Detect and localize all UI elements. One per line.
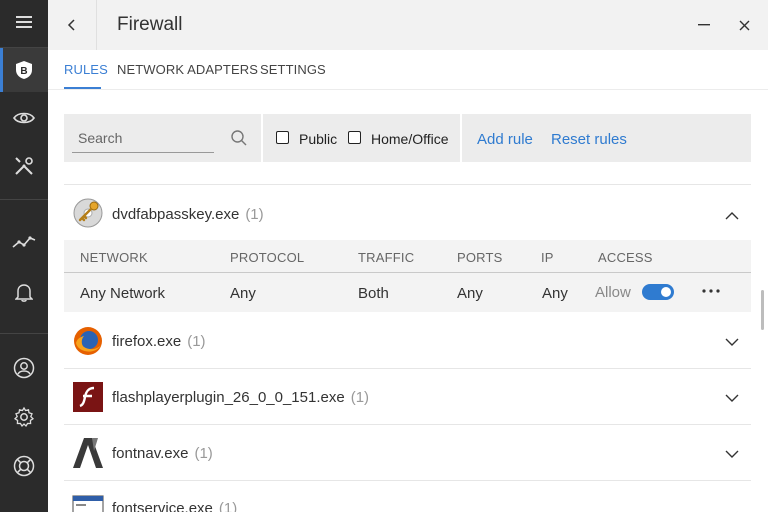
rail-item-protection[interactable]: B — [0, 48, 48, 92]
rule-count: (1) — [194, 445, 213, 462]
rule-count: (1) — [187, 333, 206, 350]
cell-ip: Any — [542, 285, 568, 302]
cell-ports: Any — [457, 285, 483, 302]
close-icon — [739, 20, 749, 30]
home-office-checkbox-label[interactable]: Home/Office — [371, 131, 449, 147]
chevron-up-icon[interactable] — [725, 209, 739, 223]
navigation-rail: B — [0, 0, 48, 512]
app-name-text: fontservice.exe — [112, 500, 213, 512]
rules-toolbar: Public Home/Office Add rule Reset rules — [64, 114, 751, 162]
flash-icon — [73, 382, 103, 412]
app-name: fontnav.exe (1) — [112, 445, 213, 462]
app-row[interactable]: firefox.exe (1) — [64, 313, 751, 369]
app-row[interactable]: flashplayerplugin_26_0_0_151.exe (1) — [64, 369, 751, 425]
rail-divider — [0, 199, 48, 200]
access-toggle[interactable] — [642, 284, 674, 300]
app-name-text: dvdfabpasskey.exe — [112, 206, 240, 223]
tab-settings[interactable]: SETTINGS — [260, 62, 326, 77]
add-rule-button[interactable]: Add rule — [477, 131, 533, 148]
firefox-icon — [74, 327, 102, 355]
window-app-icon — [72, 495, 104, 512]
title-bar: Firewall — [48, 0, 768, 50]
rule-table: NETWORK PROTOCOL TRAFFIC PORTS IP ACCESS… — [64, 240, 751, 312]
toolbar-divider — [261, 114, 263, 162]
rail-item-activity[interactable] — [0, 220, 48, 264]
menu-icon — [16, 16, 32, 28]
search-input[interactable] — [72, 126, 218, 150]
close-button[interactable] — [725, 0, 763, 50]
rule-table-header: NETWORK PROTOCOL TRAFFIC PORTS IP ACCESS — [64, 240, 751, 273]
tab-rules[interactable]: RULES — [64, 62, 108, 77]
rail-item-privacy[interactable] — [0, 96, 48, 140]
chevron-left-icon — [67, 19, 75, 31]
rail-item-support[interactable] — [0, 444, 48, 488]
chevron-down-icon[interactable] — [725, 335, 739, 349]
tab-network-adapters[interactable]: NETWORK ADAPTERS — [117, 62, 258, 77]
app-row[interactable]: fontservice.exe (1) — [64, 481, 751, 512]
public-checkbox-label[interactable]: Public — [299, 131, 337, 147]
rule-count: (1) — [350, 389, 370, 406]
key-disc-icon — [73, 198, 103, 228]
rail-divider — [0, 333, 48, 334]
chevron-down-icon[interactable] — [725, 447, 739, 461]
tabs-divider — [48, 89, 768, 90]
reset-rules-button[interactable]: Reset rules — [551, 131, 627, 148]
rail-item-utilities[interactable] — [0, 144, 48, 188]
app-row[interactable]: fontnav.exe (1) — [64, 425, 751, 481]
brand-letter: B — [20, 66, 27, 77]
column-header-traffic: TRAFFIC — [358, 250, 415, 265]
app-name: dvdfabpasskey.exe (1) — [112, 206, 264, 223]
activity-icon — [12, 236, 36, 248]
app-name: firefox.exe (1) — [112, 333, 206, 350]
more-options-icon[interactable] — [701, 284, 721, 298]
toolbar-divider — [460, 114, 462, 162]
rail-item-settings[interactable] — [0, 395, 48, 439]
column-header-access: ACCESS — [598, 250, 653, 265]
rail-item-notifications[interactable] — [0, 270, 48, 314]
account-icon — [13, 357, 35, 379]
menu-button[interactable] — [0, 0, 48, 44]
cell-traffic: Both — [358, 285, 389, 302]
rail-item-account[interactable] — [0, 346, 48, 390]
app-name: fontservice.exe (1) — [112, 500, 237, 512]
bell-icon — [15, 284, 33, 302]
scrollbar-thumb[interactable] — [761, 290, 764, 330]
home-office-checkbox[interactable] — [348, 131, 361, 144]
cell-protocol: Any — [230, 285, 256, 302]
toggle-knob — [661, 287, 671, 297]
app-name: flashplayerplugin_26_0_0_151.exe (1) — [112, 389, 369, 406]
column-header-ports: PORTS — [457, 250, 503, 265]
brand-shield-icon: B — [16, 61, 32, 79]
fontnav-icon — [73, 438, 103, 468]
lifebuoy-icon — [13, 455, 35, 477]
back-button[interactable] — [48, 0, 97, 50]
tools-icon — [15, 157, 33, 175]
public-checkbox[interactable] — [276, 131, 289, 144]
app-name-text: fontnav.exe — [112, 445, 189, 462]
rule-count: (1) — [245, 206, 264, 223]
search-icon[interactable] — [230, 129, 248, 147]
column-header-ip: IP — [541, 250, 554, 265]
rule-count: (1) — [218, 500, 238, 512]
eye-icon — [13, 112, 35, 124]
minimize-button[interactable] — [685, 0, 723, 50]
search-box — [72, 126, 218, 153]
app-row[interactable]: dvdfabpasskey.exe (1) — [64, 185, 751, 241]
column-header-network: NETWORK — [80, 250, 148, 265]
cell-network: Any Network — [80, 285, 166, 302]
chevron-down-icon[interactable] — [725, 391, 739, 405]
app-name-text: flashplayerplugin_26_0_0_151.exe — [112, 389, 345, 406]
app-name-text: firefox.exe — [112, 333, 182, 350]
minimize-icon — [698, 24, 710, 26]
access-label: Allow — [595, 284, 631, 301]
page-title: Firewall — [117, 14, 183, 35]
gear-icon — [13, 406, 35, 428]
column-header-protocol: PROTOCOL — [230, 250, 305, 265]
